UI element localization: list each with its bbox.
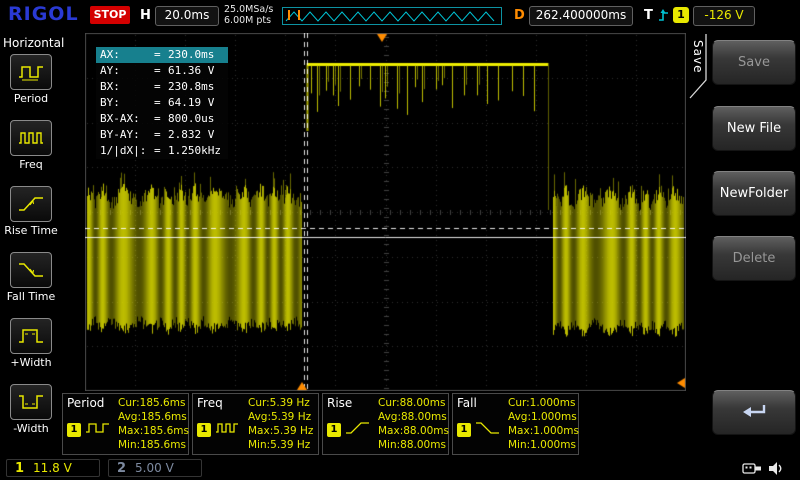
trigger-label: T (644, 8, 653, 23)
zoom-window-marker-right (298, 10, 300, 20)
return-arrow-icon (737, 402, 771, 424)
right-soft-menu: Save Save New File NewFolder Delete (688, 30, 800, 458)
cursor-row-ay: AY:=61.36 V (96, 63, 228, 79)
waveform-overview-strip (282, 7, 502, 25)
oscilloscope-screen: RIGOL STOP H 20.0ms 25.0MSa/s 6.00M pts … (0, 0, 800, 480)
sidebar-item-plus-width[interactable]: +Width (0, 318, 62, 382)
trigger-level-readout: -126 V (693, 6, 755, 26)
cursor-row-bx-ax: BX-AX:=800.0us (96, 111, 228, 127)
channel-badge: 1 (457, 423, 471, 437)
speaker-icon (768, 461, 785, 476)
fall-time-icon (10, 252, 52, 288)
delay-label: D (514, 8, 525, 23)
sample-rate: 25.0MSa/s (224, 4, 273, 15)
sidebar-item-label: Period (0, 92, 62, 105)
rigol-logo: RIGOL (8, 3, 79, 25)
sidebar-item-label: -Width (0, 422, 62, 435)
overview-waveform-icon (283, 9, 499, 23)
minus-width-icon (10, 384, 52, 420)
sidebar-item-label: +Width (0, 356, 62, 369)
freq-icon (10, 120, 52, 156)
new-folder-button[interactable]: NewFolder (712, 171, 796, 216)
channel-1-scale: 11.8 V (33, 461, 72, 475)
delay-readout: 262.400000ms (529, 6, 633, 26)
measurement-panel-rise[interactable]: Rise 1 Cur:88.00ms Avg:88.00ms Max:88.00… (322, 393, 449, 455)
measurement-values: Cur:88.00ms Avg:88.00ms Max:88.00ms Min:… (378, 396, 449, 452)
delete-button[interactable]: Delete (712, 236, 796, 281)
run-state-badge: STOP (90, 6, 130, 24)
measurement-bar: Period 1 Cur:185.6ms Avg:185.6ms Max:185… (62, 393, 688, 455)
channel-2-indicator[interactable]: 2 5.00 V (108, 459, 202, 477)
trigger-source-badge: 1 (673, 7, 689, 23)
sidebar-item-period[interactable]: Period (0, 54, 62, 118)
cursor-row-by-ay: BY-AY:=2.832 V (96, 127, 228, 143)
cursor-row-ax: AX:=230.0ms (96, 47, 228, 63)
cursor-row-bx: BX:=230.8ms (96, 79, 228, 95)
back-button[interactable] (712, 390, 796, 435)
period-icon (10, 54, 52, 90)
new-file-button[interactable]: New File (712, 106, 796, 151)
period-icon (85, 420, 111, 436)
usb-icon (742, 462, 762, 475)
acquisition-readout: 25.0MSa/s 6.00M pts (224, 4, 273, 26)
channel-1-indicator[interactable]: 1 11.8 V (6, 459, 100, 477)
channel-1-number: 1 (15, 461, 24, 476)
sidebar-item-freq[interactable]: Freq (0, 120, 62, 184)
left-measure-menu: Horizontal Period Freq Rise Time Fall Ti… (0, 30, 62, 458)
fall-icon (475, 420, 501, 436)
plus-width-icon (10, 318, 52, 354)
sidebar-item-label: Freq (0, 158, 62, 171)
channel-badge: 1 (327, 423, 341, 437)
rise-time-icon (10, 186, 52, 222)
measurement-panel-freq[interactable]: Freq 1 Cur:5.39 Hz Avg:5.39 Hz Max:5.39 … (192, 393, 319, 455)
trigger-edge-icon (657, 7, 671, 23)
cursor-row-inverse-dx: 1/|dX|:=1.250kHz (96, 143, 228, 159)
channel-badge: 1 (197, 423, 211, 437)
freq-icon (215, 420, 241, 436)
sidebar-item-rise-time[interactable]: Rise Time (0, 186, 62, 250)
sidebar-item-label: Fall Time (0, 290, 62, 303)
measurement-values: Cur:1.000ms Avg:1.000ms Max:1.000ms Min:… (508, 396, 579, 452)
measurement-values: Cur:185.6ms Avg:185.6ms Max:185.6ms Min:… (118, 396, 189, 452)
sidebar-item-label: Rise Time (0, 224, 62, 237)
sidebar-item-fall-time[interactable]: Fall Time (0, 252, 62, 316)
timebase-readout: 20.0ms (155, 6, 219, 26)
cursor-readout-panel: AX:=230.0ms AY:=61.36 V BX:=230.8ms BY:=… (96, 47, 228, 159)
channel-status-bar: 1 11.8 V 2 5.00 V (0, 458, 800, 480)
cursor-row-by: BY:=64.19 V (96, 95, 228, 111)
rise-icon (345, 420, 371, 436)
menu-tab-save: Save (691, 40, 705, 73)
memory-depth: 6.00M pts (224, 15, 273, 26)
zoom-window-marker-left (288, 10, 290, 20)
sidebar-item-minus-width[interactable]: -Width (0, 384, 62, 448)
measurement-panel-fall[interactable]: Fall 1 Cur:1.000ms Avg:1.000ms Max:1.000… (452, 393, 579, 455)
measurement-values: Cur:5.39 Hz Avg:5.39 Hz Max:5.39 Hz Min:… (248, 396, 313, 452)
channel-2-number: 2 (117, 461, 126, 476)
measurement-panel-period[interactable]: Period 1 Cur:185.6ms Avg:185.6ms Max:185… (62, 393, 189, 455)
measure-menu-title: Horizontal (3, 36, 64, 50)
channel-2-scale: 5.00 V (135, 461, 174, 475)
top-status-bar: RIGOL STOP H 20.0ms 25.0MSa/s 6.00M pts … (0, 0, 800, 30)
save-button[interactable]: Save (712, 40, 796, 85)
channel-badge: 1 (67, 423, 81, 437)
horizontal-label: H (140, 8, 151, 23)
